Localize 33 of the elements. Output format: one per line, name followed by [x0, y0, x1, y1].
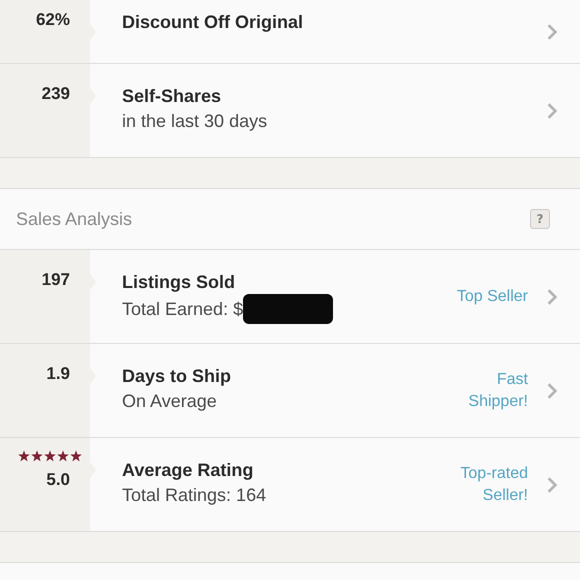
chevron-right-icon: [546, 476, 558, 494]
row-subtitle: in the last 30 days: [122, 110, 268, 133]
stat-row[interactable]: 239 Self-Shares in the last 30 days: [0, 64, 580, 158]
stat-value: 1.9: [46, 364, 70, 384]
row-subtitle: Total Earned: $: [122, 298, 244, 321]
stat-value: 197: [42, 270, 70, 290]
stat-row[interactable]: 197 Listings Sold Total Earned: $ Top Seller: [0, 250, 580, 344]
stat-row[interactable]: 1.9 Days to Ship On Average Fast Shipper!: [0, 344, 580, 438]
seller-label: Fast Shipper!: [467, 370, 528, 412]
stat-value: 5.0: [46, 470, 70, 490]
star-icon: [57, 450, 69, 462]
chevron-right-icon: [546, 288, 558, 306]
row-subtitle: On Average: [122, 390, 217, 413]
star-icon: [44, 450, 56, 462]
seller-label: Top-rated Seller!: [459, 464, 528, 506]
star-icon: [18, 450, 30, 462]
stat-value: 239: [42, 84, 70, 104]
chevron-right-icon: [546, 22, 558, 40]
row-title: Self-Shares: [122, 85, 222, 108]
row-title: Listings Sold: [122, 271, 236, 294]
seller-label: Top Seller: [456, 286, 528, 306]
stat-row[interactable]: 5.0 Average Rating Total Ratings: 164 Top-rated Seller!: [0, 438, 580, 532]
section-title: Sales Analysis: [16, 208, 132, 230]
chevron-right-icon: [546, 102, 558, 120]
stat-value: 62%: [36, 10, 70, 30]
row-subtitle: Total Ratings: 164: [122, 484, 266, 507]
star-icon: [70, 450, 82, 462]
star-icon: [31, 450, 43, 462]
stat-row[interactable]: 62% Discount Off Original: [0, 0, 580, 64]
row-title: Days to Ship: [122, 365, 232, 388]
row-title: Discount Off Original: [122, 11, 304, 34]
chevron-right-icon: [546, 382, 558, 400]
row-title: Average Rating: [122, 459, 254, 482]
